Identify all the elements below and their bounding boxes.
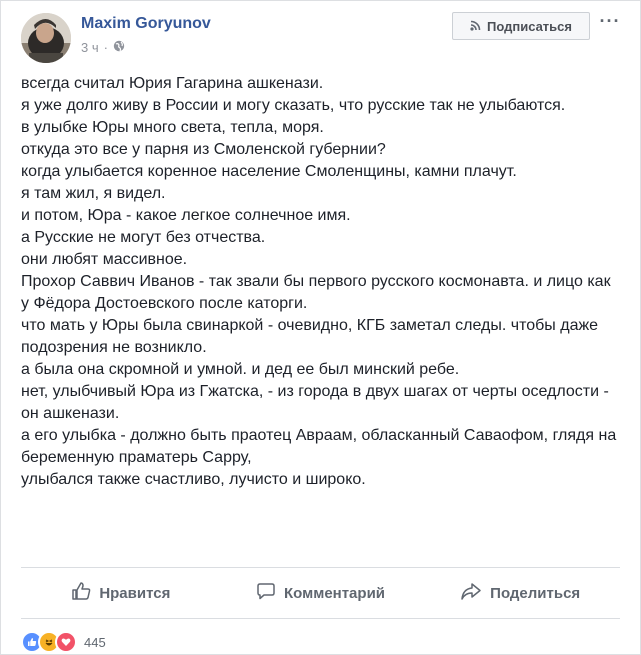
like-label: Нравится [99, 584, 171, 602]
post-line: в улыбке Юры много света, тепла, моря. [21, 119, 324, 136]
comment-icon [256, 581, 276, 605]
reactions-summary[interactable]: 445 [21, 631, 106, 653]
post-line: они любят массивное. [21, 251, 188, 268]
actions-divider-bottom [21, 618, 620, 619]
post-line: а была она скромной и умной. и дед ее бы… [21, 361, 460, 378]
post-line: откуда это все у парня из Смоленской губ… [21, 141, 386, 158]
more-icon: ··· [599, 10, 621, 31]
post-actions: Нравится Комментарий Поделиться [21, 571, 620, 615]
post-line: что мать у Юры была свинаркой - очевидно… [21, 317, 599, 356]
post-line: Прохор Саввич Иванов - так звали бы перв… [21, 273, 611, 312]
comment-button[interactable]: Комментарий [221, 571, 421, 615]
post-line: нет, улыбчивый Юра из Гжатска, - из горо… [21, 383, 609, 422]
post-line: я там жил, я видел. [21, 185, 166, 202]
post-line: когда улыбается коренное население Смоле… [21, 163, 517, 180]
like-button[interactable]: Нравится [21, 571, 221, 615]
share-label: Поделиться [490, 584, 581, 602]
post-time[interactable]: 3 ч [81, 40, 99, 55]
post-line: всегда считал Юрия Гагарина ашкенази. [21, 75, 324, 92]
actions-divider-top [21, 567, 620, 568]
share-icon [460, 581, 482, 605]
post-line: и потом, Юра - какое легкое солнечное им… [21, 207, 351, 224]
more-options-button[interactable]: ··· [599, 11, 621, 31]
post-card: Maxim Goryunov 3 ч · Подписаться ··· все… [0, 0, 641, 655]
post-line: улыбался также счастливо, лучисто и широ… [21, 471, 366, 488]
post-text: всегда считал Юрия Гагарина ашкенази. я … [21, 73, 621, 491]
post-line: а его улыбка - должно быть праотец Авраа… [21, 427, 617, 466]
avatar-photo [21, 13, 71, 63]
comment-label: Комментарий [284, 584, 386, 602]
post-meta: 3 ч · [81, 40, 125, 55]
post-line: я уже долго живу в России и могу сказать… [21, 97, 566, 114]
thumbs-up-icon [71, 581, 91, 605]
love-reaction-icon [55, 631, 77, 653]
share-button[interactable]: Поделиться [420, 571, 620, 615]
follow-button[interactable]: Подписаться [452, 12, 590, 40]
author-name[interactable]: Maxim Goryunov [81, 15, 211, 33]
post-line: а Русские не могут без отчества. [21, 229, 266, 246]
reaction-count[interactable]: 445 [84, 635, 106, 650]
meta-separator: · [103, 40, 108, 55]
avatar[interactable] [21, 13, 71, 63]
follow-label: Подписаться [486, 18, 572, 34]
globe-icon[interactable] [113, 40, 125, 55]
rss-icon [470, 19, 481, 34]
